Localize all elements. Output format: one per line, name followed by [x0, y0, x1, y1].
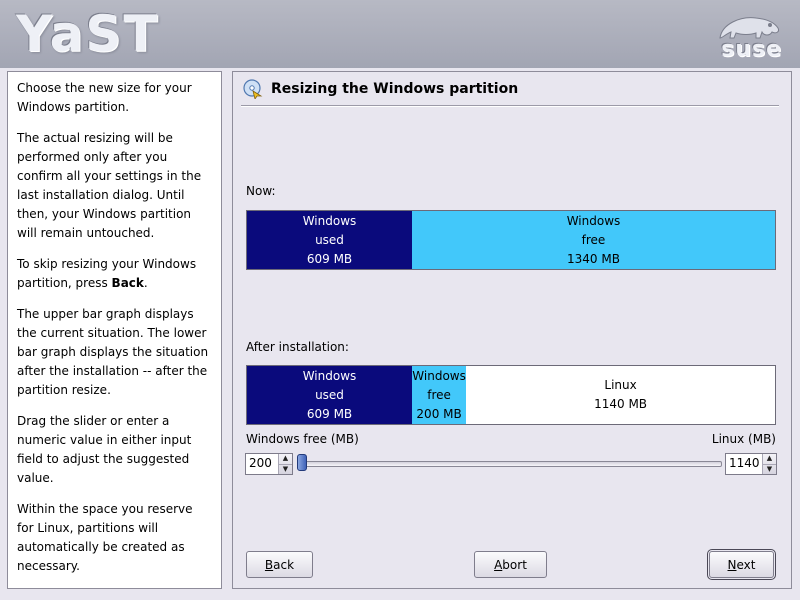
- now-label: Now:: [246, 184, 276, 198]
- header-banner: YaST suse: [0, 0, 800, 68]
- size-slider-handle[interactable]: [297, 454, 307, 471]
- windows-free-spinbox[interactable]: 200 ▲ ▼: [245, 453, 293, 475]
- size-slider-track[interactable]: [302, 461, 722, 467]
- spin-up-icon[interactable]: ▲: [763, 454, 776, 465]
- yast-logo: YaST: [16, 5, 160, 63]
- after-installation-label: After installation:: [246, 340, 349, 354]
- help-paragraph: Drag the slider or enter a numeric value…: [17, 414, 192, 485]
- back-button[interactable]: Back: [246, 551, 313, 578]
- dialog-title: Resizing the Windows partition: [243, 76, 518, 102]
- after-bar-graph: Windows used 609 MB Windows free 200 MB …: [246, 365, 776, 425]
- now-windows-free-segment: Windows free 1340 MB: [412, 211, 775, 269]
- help-paragraph: To skip resizing your Windows partition,…: [17, 257, 197, 290]
- after-windows-used-segment: Windows used 609 MB: [247, 366, 412, 424]
- now-windows-used-segment: Windows used 609 MB: [247, 211, 412, 269]
- help-paragraph: Choose the new size for your Windows par…: [17, 81, 192, 114]
- help-paragraph: The actual resizing will be performed on…: [17, 131, 202, 240]
- page-title: Resizing the Windows partition: [271, 81, 519, 97]
- title-divider: [241, 105, 779, 107]
- after-linux-segment: Linux 1140 MB: [466, 366, 775, 424]
- spin-up-icon[interactable]: ▲: [279, 454, 292, 465]
- help-panel: Choose the new size for your Windows par…: [7, 71, 222, 589]
- linux-size-spinbox[interactable]: 1140 ▲ ▼: [725, 453, 777, 475]
- linux-size-label: Linux (MB): [711, 432, 776, 446]
- main-panel: Resizing the Windows partition Now: Wind…: [232, 71, 792, 589]
- spin-down-icon[interactable]: ▼: [279, 465, 292, 475]
- next-button[interactable]: Next: [707, 549, 776, 580]
- windows-free-input[interactable]: 200: [246, 454, 278, 474]
- windows-free-label: Windows free (MB): [246, 432, 359, 446]
- help-paragraph: Within the space you reserve for Linux, …: [17, 502, 193, 573]
- spin-down-icon[interactable]: ▼: [763, 465, 776, 475]
- disk-cd-icon: [243, 79, 263, 99]
- suse-logo: suse: [706, 8, 786, 62]
- after-windows-free-segment: Windows free 200 MB: [412, 366, 467, 424]
- linux-size-input[interactable]: 1140: [726, 454, 762, 474]
- now-bar-graph: Windows used 609 MB Windows free 1340 MB: [246, 210, 776, 270]
- abort-button[interactable]: Abort: [474, 551, 547, 578]
- help-paragraph: The upper bar graph displays the current…: [17, 307, 209, 397]
- help-back-emphasis: Back: [111, 276, 144, 290]
